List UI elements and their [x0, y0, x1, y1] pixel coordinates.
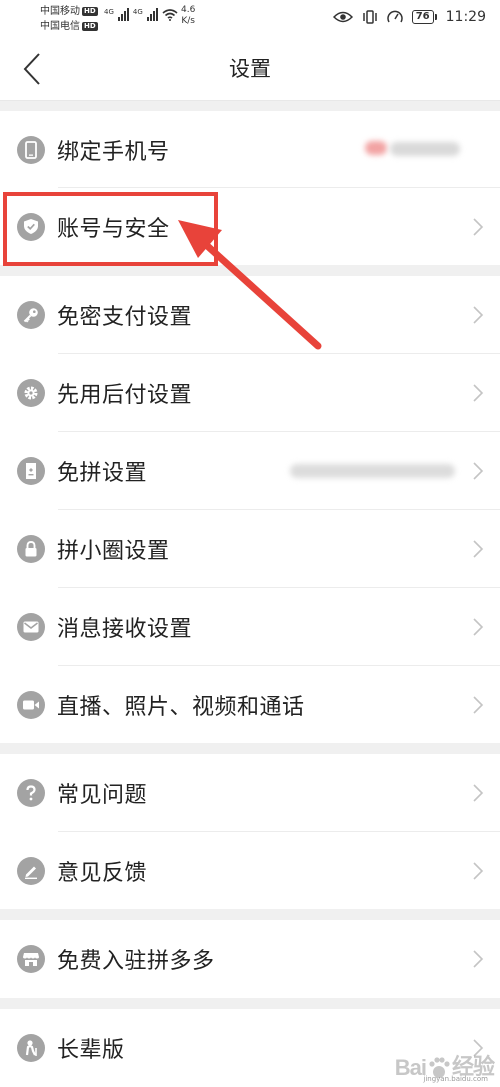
chevron-right-icon: [473, 217, 484, 236]
group-gap: [0, 743, 500, 754]
store-icon: [17, 945, 45, 973]
watermark-text: Bai: [394, 1055, 427, 1080]
settings-item-skip-group[interactable]: 免拼设置: [0, 432, 500, 510]
signal-bars-icon: [146, 8, 158, 21]
chevron-right-icon: [473, 306, 484, 324]
settings-item-label: 常见问题: [57, 783, 148, 808]
page-title: 设置: [229, 57, 271, 81]
chevron-right-icon: [473, 784, 484, 802]
chevron-right-icon: [473, 695, 484, 714]
carrier-2: 中国电信: [40, 21, 80, 32]
vibrate-icon: [362, 10, 377, 24]
settings-item-pay-later[interactable]: 先用后付设置: [0, 354, 500, 432]
settings-item-password-free-payment[interactable]: 免密支付设置: [0, 276, 500, 354]
status-right: 76 11:29: [332, 9, 486, 25]
carrier-info: 中国移动 HD 中国电信 HD: [40, 4, 98, 34]
hd-badge-1: HD: [82, 7, 98, 16]
settings-item-label: 先用后付设置: [57, 383, 193, 408]
settings-item-message-receiving[interactable]: 消息接收设置: [0, 588, 500, 666]
group-gap: [0, 101, 500, 111]
settings-item-feedback[interactable]: 意见反馈: [0, 832, 500, 909]
settings-item-live-photo-video-call[interactable]: 直播、照片、视频和通话: [0, 666, 500, 743]
network-speed: 4.6 K/s: [181, 5, 195, 27]
hd-badge-2: HD: [82, 22, 98, 31]
battery-level: 76: [411, 10, 434, 24]
elder-icon: [17, 1034, 45, 1062]
network-type-1: 4G: [104, 8, 114, 16]
chevron-right-icon: [473, 540, 484, 558]
phone-icon: [17, 135, 45, 164]
video-camera-icon: [17, 690, 45, 719]
speedometer-icon: [386, 10, 403, 23]
signal-indicators: 4G 4G: [104, 8, 178, 21]
settings-item-label: 拼小圈设置: [57, 539, 170, 564]
settings-item-label: 意见反馈: [57, 860, 148, 886]
pencil-icon: [17, 856, 45, 885]
eye-icon: [332, 11, 353, 23]
lock-icon: [17, 535, 45, 563]
signal-bars-icon: [117, 8, 129, 21]
chevron-right-icon: [473, 384, 484, 402]
settings-item-label: 直播、照片、视频和通话: [57, 694, 305, 720]
chevron-right-icon: [473, 950, 484, 968]
settings-item-label: 免拼设置: [57, 461, 148, 486]
nav-bar: 设置: [0, 38, 500, 101]
annotation-highlight-box: [3, 192, 218, 266]
group-gap: [0, 265, 500, 276]
chevron-right-icon: [473, 462, 484, 480]
mail-icon: [17, 613, 45, 641]
chevron-right-icon: [473, 861, 484, 880]
card-icon: [17, 457, 45, 485]
group-gap: [0, 909, 500, 920]
settings-item-label: 长辈版: [57, 1038, 125, 1063]
gear-icon: [17, 379, 45, 407]
settings-item-label: 消息接收设置: [57, 617, 193, 642]
wifi-icon: [162, 9, 178, 21]
settings-item-free-merchant-join[interactable]: 免费入驻拼多多: [0, 920, 500, 998]
speed-unit: K/s: [181, 16, 195, 26]
watermark-sub: jingyan.baidu.com: [423, 1075, 488, 1083]
settings-item-label: 免密支付设置: [57, 305, 193, 330]
carrier-1: 中国移动: [40, 6, 80, 17]
status-bar: 中国移动 HD 中国电信 HD 4G 4G 4.6 K/s 76 11:29: [0, 0, 500, 38]
chevron-right-icon: [473, 618, 484, 636]
key-icon: [17, 301, 45, 329]
settings-item-label: 绑定手机号: [57, 139, 170, 165]
question-icon: [17, 779, 45, 807]
settings-item-bind-phone[interactable]: 绑定手机号: [0, 111, 500, 188]
clock: 11:29: [445, 9, 486, 25]
group-gap: [0, 998, 500, 1009]
settings-item-friend-circle[interactable]: 拼小圈设置: [0, 510, 500, 588]
settings-item-label: 免费入驻拼多多: [57, 949, 215, 974]
battery-icon: 76: [411, 10, 437, 24]
speed-value: 4.6: [181, 5, 196, 15]
network-type-2: 4G: [132, 8, 143, 16]
settings-item-faq[interactable]: 常见问题: [0, 754, 500, 832]
